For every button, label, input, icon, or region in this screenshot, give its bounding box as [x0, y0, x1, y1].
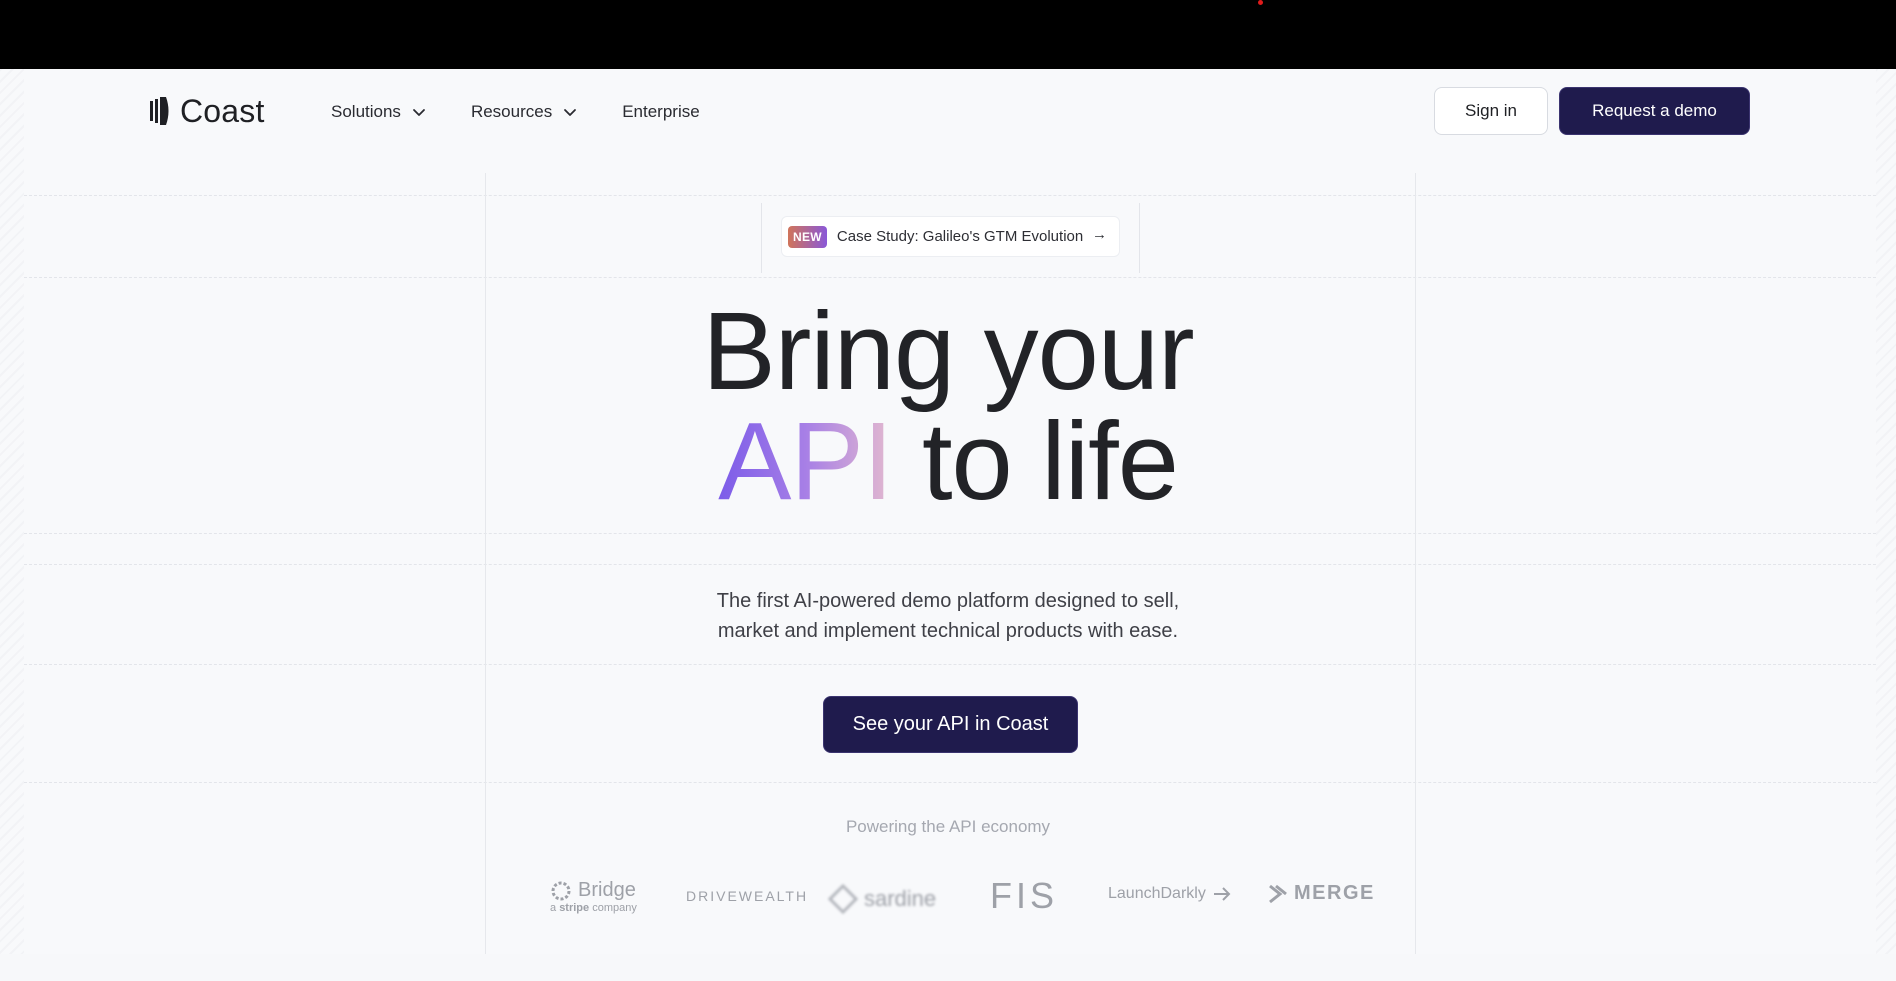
next-section-edge: [0, 954, 1896, 981]
merge-logo: MERGE: [1268, 882, 1375, 905]
grid-line: [24, 277, 1876, 278]
bridge-sub: a stripe company: [550, 902, 637, 914]
grid-line: [485, 173, 486, 981]
badge-text: Case Study: Galileo's GTM Evolution: [836, 228, 1084, 245]
grid-line: [1415, 173, 1416, 981]
main-nav: Solutions Resources Enterprise: [331, 102, 700, 122]
new-tag: NEW: [788, 225, 827, 248]
logo-text: Coast: [180, 92, 265, 129]
chevron-down-icon: [413, 109, 425, 116]
bridge-sub-suffix: company: [589, 902, 637, 914]
bridge-sub-prefix: a: [550, 902, 560, 914]
sign-in-button[interactable]: Sign in: [1434, 87, 1548, 135]
merge-mark-icon: [1269, 884, 1287, 903]
drivewealth-logo: DRIVEWEALTH: [686, 888, 809, 904]
grid-line: [24, 195, 1876, 196]
grid-line: [24, 533, 1876, 534]
hero-line-2-rest: to life: [892, 400, 1179, 523]
nav-solutions[interactable]: Solutions: [331, 102, 427, 122]
recording-indicator-icon: [1258, 0, 1263, 5]
landing-page: Coast Solutions Resources Enterprise Sig…: [0, 69, 1896, 981]
nav-enterprise[interactable]: Enterprise: [622, 102, 699, 122]
hero-api-word: API: [718, 400, 893, 523]
bridge-name: Bridge: [578, 879, 636, 901]
decorative-edge-right: [1876, 69, 1896, 981]
case-study-badge[interactable]: NEW Case Study: Galileo's GTM Evolution …: [781, 216, 1120, 257]
merge-name: MERGE: [1294, 882, 1375, 904]
bridge-logo: Bridge a stripe company: [550, 879, 637, 914]
subtitle-line-1: The first AI-powered demo platform desig…: [716, 590, 1180, 612]
hero-heading: Bring your API to life: [0, 297, 1896, 517]
hero-subtitle: The first AI-powered demo platform desig…: [0, 586, 1896, 646]
request-demo-button[interactable]: Request a demo: [1559, 87, 1750, 135]
grid-line: [24, 564, 1876, 565]
grid-line: [24, 664, 1876, 665]
nav-enterprise-label: Enterprise: [622, 102, 700, 121]
coast-logo-icon: [150, 97, 169, 125]
launchdarkly-name: LaunchDarkly: [1108, 885, 1206, 902]
hero-line-2: API to life: [0, 407, 1896, 517]
fis-logo: FIS: [990, 875, 1059, 916]
coast-logo[interactable]: Coast: [150, 91, 265, 131]
grid-line: [24, 782, 1876, 783]
sardine-name: sardine: [864, 886, 937, 911]
sardine-mark-icon: [828, 884, 858, 914]
arrow-right-icon: →: [1092, 226, 1107, 243]
bridge-sub-brand: stripe: [559, 902, 590, 914]
nav-resources[interactable]: Resources: [471, 102, 578, 122]
browser-top-bar: [0, 0, 1896, 69]
launchdarkly-arrow-icon: [1213, 887, 1231, 901]
bridge-spinner-icon: [551, 881, 571, 900]
nav-resources-label: Resources: [470, 102, 553, 121]
decorative-edge-left: [0, 69, 24, 981]
logos-heading: Powering the API economy: [845, 817, 1051, 836]
launchdarkly-logo: LaunchDarkly: [1108, 885, 1232, 903]
see-api-button[interactable]: See your API in Coast: [823, 696, 1078, 753]
chevron-down-icon: [564, 109, 577, 116]
customer-logos: Bridge a stripe company DRIVEWEALTH sard…: [0, 869, 1896, 919]
nav-solutions-label: Solutions: [331, 102, 401, 121]
sardine-logo: sardine: [828, 884, 936, 914]
hero-line-1: Bring your: [702, 290, 1194, 413]
subtitle-line-2: market and implement technical products …: [717, 620, 1179, 642]
